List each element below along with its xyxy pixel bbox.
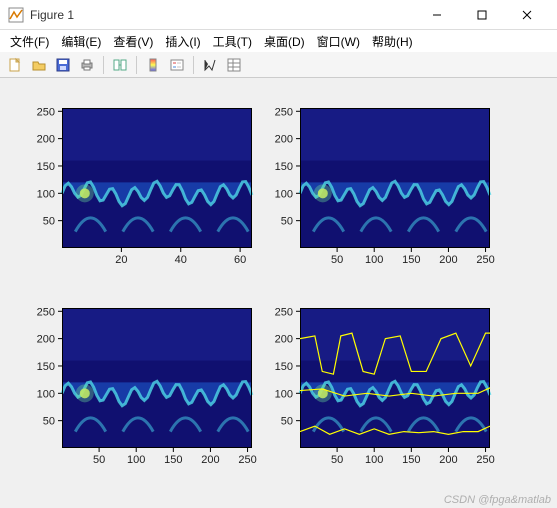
print-button[interactable] <box>76 54 98 76</box>
svg-text:150: 150 <box>275 361 293 373</box>
toolbar-separator <box>103 56 104 74</box>
close-button[interactable] <box>504 0 549 30</box>
svg-text:250: 250 <box>275 306 293 318</box>
svg-text:200: 200 <box>275 334 293 346</box>
svg-text:40: 40 <box>175 254 187 266</box>
svg-text:50: 50 <box>43 216 55 228</box>
svg-text:100: 100 <box>127 454 145 466</box>
link-axes-button[interactable] <box>109 54 131 76</box>
open-button[interactable] <box>28 54 50 76</box>
svg-text:100: 100 <box>37 388 55 400</box>
menu-desktop[interactable]: 桌面(D) <box>258 31 311 52</box>
svg-text:100: 100 <box>365 454 383 466</box>
svg-text:100: 100 <box>275 388 293 400</box>
svg-text:20: 20 <box>115 254 127 266</box>
toolbar-separator <box>193 56 194 74</box>
matlab-figure-icon <box>8 7 24 23</box>
svg-text:50: 50 <box>281 416 293 428</box>
svg-text:150: 150 <box>275 161 293 173</box>
subplot-1[interactable]: 20406050100150200250 <box>62 108 252 268</box>
svg-text:100: 100 <box>365 254 383 266</box>
save-button[interactable] <box>52 54 74 76</box>
svg-text:200: 200 <box>37 334 55 346</box>
svg-text:50: 50 <box>331 454 343 466</box>
subplot-4[interactable]: 5010015020025050100150200250 <box>300 308 490 468</box>
svg-text:250: 250 <box>476 254 494 266</box>
open-property-inspector-button[interactable] <box>223 54 245 76</box>
svg-text:200: 200 <box>275 134 293 146</box>
new-figure-button[interactable] <box>4 54 26 76</box>
figure-canvas: 20 40 60 50 100 150 200 250 50 100 150 200 250 50 100… <box>0 78 557 508</box>
svg-text:250: 250 <box>275 106 293 118</box>
menu-edit[interactable]: 编辑(E) <box>55 31 107 52</box>
watermark: CSDN @fpga&matlab <box>444 494 551 506</box>
svg-text:250: 250 <box>37 306 55 318</box>
svg-text:150: 150 <box>37 161 55 173</box>
svg-text:50: 50 <box>331 254 343 266</box>
svg-text:60: 60 <box>234 254 246 266</box>
menu-insert[interactable]: 插入(I) <box>159 31 206 52</box>
insert-legend-button[interactable] <box>166 54 188 76</box>
edit-plot-button[interactable] <box>199 54 221 76</box>
toolbar <box>0 52 557 78</box>
svg-text:150: 150 <box>37 361 55 373</box>
svg-text:250: 250 <box>37 106 55 118</box>
subplot-3[interactable]: 5010015020025050100150200250 <box>62 308 252 468</box>
svg-text:200: 200 <box>37 134 55 146</box>
svg-text:150: 150 <box>402 254 420 266</box>
svg-text:150: 150 <box>164 454 182 466</box>
svg-text:150: 150 <box>402 454 420 466</box>
svg-text:50: 50 <box>43 416 55 428</box>
svg-text:100: 100 <box>37 188 55 200</box>
menu-help[interactable]: 帮助(H) <box>366 31 419 52</box>
svg-text:200: 200 <box>201 454 219 466</box>
menu-file[interactable]: 文件(F) <box>4 31 55 52</box>
window-title: Figure 1 <box>30 8 414 22</box>
menu-tools[interactable]: 工具(T) <box>207 31 258 52</box>
menu-view[interactable]: 查看(V) <box>107 31 159 52</box>
toolbar-separator <box>136 56 137 74</box>
titlebar: Figure 1 <box>0 0 557 30</box>
menu-window[interactable]: 窗口(W) <box>311 31 366 52</box>
menubar: 文件(F) 编辑(E) 查看(V) 插入(I) 工具(T) 桌面(D) 窗口(W… <box>0 30 557 52</box>
insert-colorbar-button[interactable] <box>142 54 164 76</box>
minimize-button[interactable] <box>414 0 459 30</box>
svg-text:250: 250 <box>238 454 256 466</box>
maximize-button[interactable] <box>459 0 504 30</box>
svg-text:200: 200 <box>439 254 457 266</box>
svg-text:250: 250 <box>476 454 494 466</box>
svg-text:200: 200 <box>439 454 457 466</box>
subplot-2[interactable]: 5010015020025050100150200250 <box>300 108 490 268</box>
svg-text:50: 50 <box>281 216 293 228</box>
svg-text:50: 50 <box>93 454 105 466</box>
svg-text:100: 100 <box>275 188 293 200</box>
